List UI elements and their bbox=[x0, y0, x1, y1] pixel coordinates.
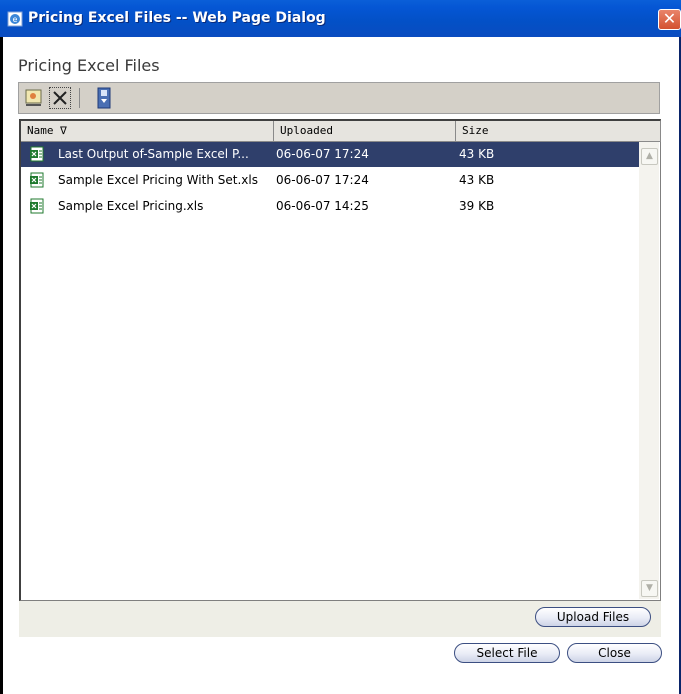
file-list: Name ∇ Uploaded Size Last Output of-Samp… bbox=[19, 119, 661, 601]
title-bar[interactable]: e Pricing Excel Files -- Web Page Dialog… bbox=[0, 0, 681, 37]
excel-file-icon bbox=[30, 198, 44, 214]
open-button[interactable] bbox=[23, 87, 45, 109]
window-close-button[interactable]: ✕ bbox=[658, 9, 681, 30]
open-icon bbox=[25, 89, 42, 106]
close-button[interactable]: Close bbox=[567, 643, 662, 663]
delete-icon bbox=[53, 91, 67, 105]
chevron-up-icon: ▲ bbox=[646, 151, 653, 161]
file-name: Sample Excel Pricing.xls bbox=[58, 199, 204, 213]
column-header-size[interactable]: Size bbox=[456, 121, 661, 142]
vertical-scrollbar[interactable]: ▲ ▼ bbox=[639, 142, 659, 599]
file-size: 43 KB bbox=[459, 173, 495, 187]
scroll-down-button[interactable]: ▼ bbox=[641, 580, 658, 597]
window-title: Pricing Excel Files -- Web Page Dialog bbox=[28, 10, 326, 26]
file-uploaded: 06-06-07 14:25 bbox=[276, 199, 369, 213]
table-row[interactable]: Sample Excel Pricing.xls 06-06-07 14:25 … bbox=[21, 194, 639, 219]
file-name: Sample Excel Pricing With Set.xls bbox=[58, 173, 258, 187]
ie-page-icon: e bbox=[7, 11, 23, 27]
file-size: 43 KB bbox=[459, 147, 495, 161]
table-row[interactable]: Sample Excel Pricing With Set.xls 06-06-… bbox=[21, 168, 639, 193]
file-uploaded: 06-06-07 17:24 bbox=[276, 147, 369, 161]
excel-file-icon bbox=[30, 172, 44, 188]
column-header-uploaded[interactable]: Uploaded bbox=[274, 121, 456, 142]
download-icon bbox=[97, 87, 111, 109]
chevron-down-icon: ▼ bbox=[646, 583, 653, 593]
file-size: 39 KB bbox=[459, 199, 495, 213]
excel-file-icon bbox=[30, 146, 44, 162]
svg-text:e: e bbox=[13, 15, 18, 24]
toolbar bbox=[18, 82, 660, 114]
close-icon: ✕ bbox=[662, 9, 677, 28]
file-uploaded: 06-06-07 17:24 bbox=[276, 173, 369, 187]
toolbar-separator bbox=[79, 88, 80, 108]
download-button[interactable] bbox=[93, 87, 115, 109]
delete-button[interactable] bbox=[49, 87, 71, 109]
window-border-left bbox=[0, 37, 3, 694]
table-row[interactable]: Last Output of-Sample Excel P... 06-06-0… bbox=[21, 142, 639, 167]
upload-bar: Upload Files bbox=[19, 601, 661, 637]
select-file-button[interactable]: Select File bbox=[454, 643, 560, 663]
upload-files-button[interactable]: Upload Files bbox=[535, 607, 651, 627]
file-name: Last Output of-Sample Excel P... bbox=[58, 147, 249, 161]
column-header-name[interactable]: Name ∇ bbox=[21, 121, 274, 142]
page-title: Pricing Excel Files bbox=[18, 56, 160, 75]
scroll-up-button[interactable]: ▲ bbox=[641, 148, 658, 165]
